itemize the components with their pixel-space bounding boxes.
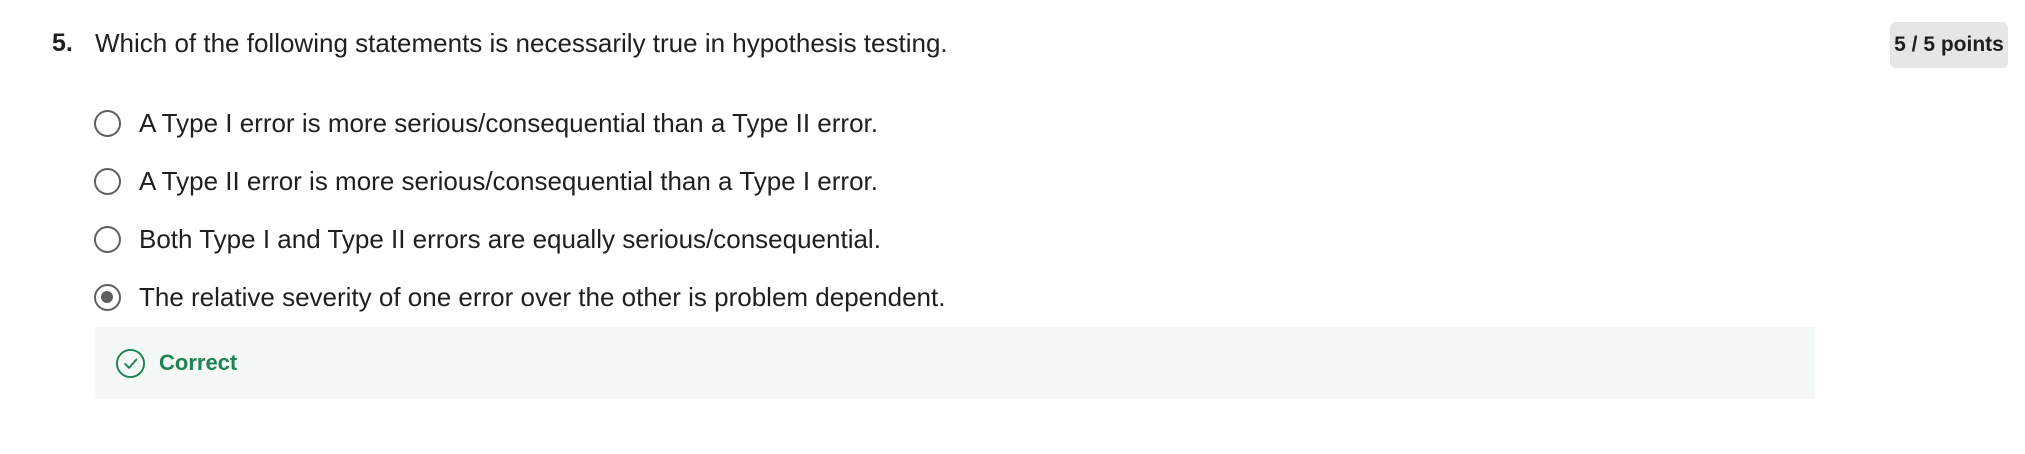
option-label: A Type II error is more serious/conseque… <box>139 166 878 196</box>
radio-button[interactable] <box>94 109 121 137</box>
check-circle-icon <box>115 348 146 378</box>
points-badge: 5 / 5 points <box>1890 22 2008 68</box>
answer-option[interactable]: Both Type I and Type II errors are equal… <box>94 210 1794 268</box>
feedback-label: Correct <box>159 350 238 375</box>
radio-button[interactable] <box>94 167 121 195</box>
option-label: A Type I error is more serious/consequen… <box>139 108 878 138</box>
radio-button[interactable] <box>94 225 121 253</box>
answer-options: A Type I error is more serious/consequen… <box>94 94 1794 326</box>
quiz-question: 5. Which of the following statements is … <box>0 0 2025 454</box>
answer-option[interactable]: The relative severity of one error over … <box>94 268 1794 326</box>
radio-button[interactable] <box>94 283 121 311</box>
option-label: Both Type I and Type II errors are equal… <box>139 224 881 254</box>
question-number: 5. <box>52 29 73 57</box>
feedback-banner: Correct <box>95 327 1815 399</box>
option-label: The relative severity of one error over … <box>139 282 946 312</box>
answer-option[interactable]: A Type I error is more serious/consequen… <box>94 94 1794 152</box>
answer-option[interactable]: A Type II error is more serious/conseque… <box>94 152 1794 210</box>
question-text: Which of the following statements is nec… <box>95 28 948 58</box>
